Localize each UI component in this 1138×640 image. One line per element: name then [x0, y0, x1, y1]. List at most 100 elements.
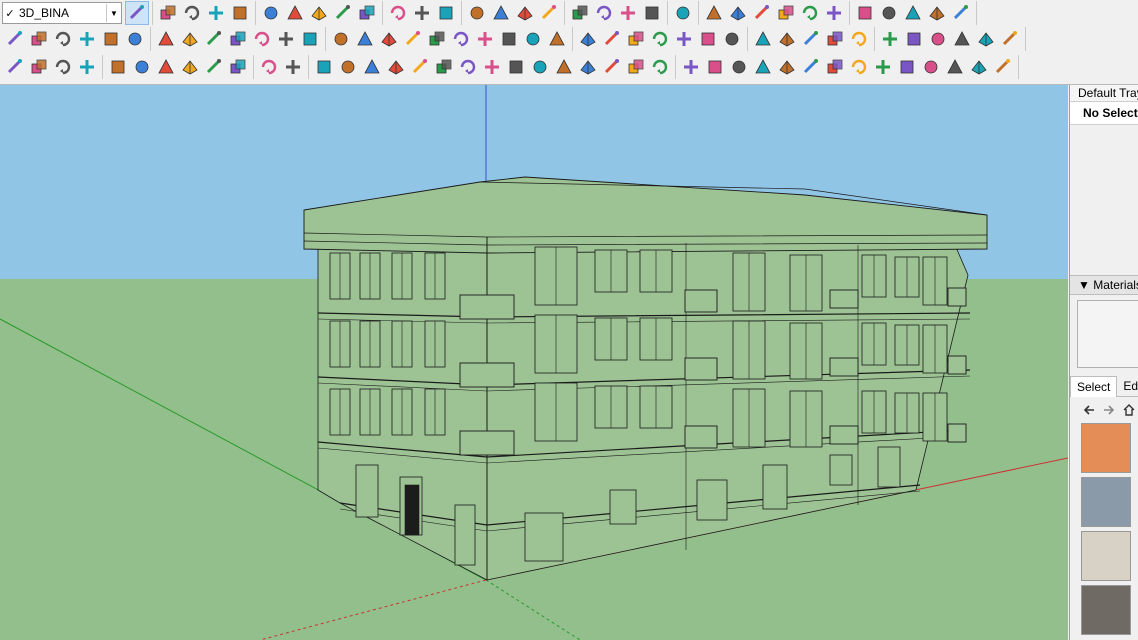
zoom-extents-icon[interactable] [538, 2, 560, 24]
views-iso-icon[interactable] [703, 2, 725, 24]
cone-icon[interactable] [426, 28, 448, 50]
stair-icon[interactable] [800, 56, 822, 78]
ground-floor-opening[interactable] [524, 512, 564, 562]
shape-icon[interactable] [752, 56, 774, 78]
window-icon[interactable] [920, 56, 942, 78]
style-textured-icon[interactable] [950, 2, 972, 24]
door-icon[interactable] [944, 56, 966, 78]
solid-union-icon[interactable] [625, 28, 647, 50]
bezier-icon[interactable] [299, 28, 321, 50]
bend-icon[interactable] [529, 56, 551, 78]
line-icon[interactable] [577, 56, 599, 78]
balcony-railing[interactable] [684, 357, 718, 381]
ground-floor-opening[interactable] [877, 446, 901, 488]
sandbox-from-scratch-icon[interactable] [28, 28, 50, 50]
curve-icon[interactable] [457, 56, 479, 78]
sandbox-from-contours-icon[interactable] [4, 28, 26, 50]
profile-builder-icon[interactable] [4, 56, 26, 78]
skatter-icon[interactable] [155, 56, 177, 78]
collapse-arrow-icon[interactable]: ▼ [1078, 278, 1090, 292]
grid-dots-icon[interactable] [752, 28, 774, 50]
cloud-upload-icon[interactable] [203, 56, 225, 78]
material-swatch-wood-floor[interactable] [1081, 423, 1131, 473]
chain-icon[interactable] [251, 28, 273, 50]
style-hidden-line-icon[interactable] [902, 2, 924, 24]
tab-select[interactable]: Select [1070, 376, 1118, 397]
views-front-icon[interactable] [751, 2, 773, 24]
fredo-chamfer-icon[interactable] [361, 56, 383, 78]
sandbox-stamp-icon[interactable] [76, 28, 98, 50]
balcony-railing[interactable] [947, 355, 967, 375]
paint-bucket-icon[interactable] [435, 2, 457, 24]
loop-icon[interactable] [409, 56, 431, 78]
intersect-icon[interactable] [378, 28, 400, 50]
balcony-railing[interactable] [459, 430, 515, 456]
hand-icon[interactable] [728, 56, 750, 78]
pencil-line-icon[interactable] [181, 2, 203, 24]
circle-icon[interactable] [179, 28, 201, 50]
camera-icon[interactable] [52, 56, 74, 78]
arc-tool-icon[interactable] [450, 28, 472, 50]
ring-icon[interactable] [433, 56, 455, 78]
fillet-icon[interactable] [553, 56, 575, 78]
text-label-icon[interactable] [411, 2, 433, 24]
mail-icon[interactable] [258, 56, 280, 78]
model-viewport[interactable] [0, 85, 1068, 640]
solid-split-icon[interactable] [697, 28, 719, 50]
scale-icon[interactable] [356, 2, 378, 24]
scale-shape-icon[interactable] [481, 56, 503, 78]
orbit-icon[interactable] [466, 2, 488, 24]
balcony-railing[interactable] [947, 287, 967, 307]
solid-subtract-icon[interactable] [649, 28, 671, 50]
eraser-icon[interactable] [157, 2, 179, 24]
push-pull-icon[interactable] [260, 2, 282, 24]
cut-icon[interactable] [848, 28, 870, 50]
ground-floor-opening[interactable] [454, 504, 476, 566]
views-left-icon[interactable] [823, 2, 845, 24]
layer-dropdown[interactable]: ✓ 3D_BINA ▼ [2, 2, 122, 24]
axis-cross-icon[interactable] [354, 28, 376, 50]
move-icon[interactable] [308, 2, 330, 24]
offset-icon[interactable] [625, 56, 647, 78]
balcony-railing[interactable] [829, 357, 859, 377]
outliner-icon[interactable] [951, 28, 973, 50]
facade-icon[interactable] [776, 56, 798, 78]
scenes-panel-icon[interactable] [999, 28, 1021, 50]
lasso-icon[interactable] [879, 28, 901, 50]
grid-yellow-icon[interactable] [776, 28, 798, 50]
grid-square-icon[interactable] [824, 28, 846, 50]
transfer-icon[interactable] [76, 56, 98, 78]
book-icon[interactable] [227, 28, 249, 50]
style-shaded-icon[interactable] [926, 2, 948, 24]
back-arrow-icon[interactable] [1082, 403, 1096, 417]
tab-edit[interactable]: Edit [1117, 376, 1138, 396]
material-swatch-stone-block[interactable] [1081, 531, 1131, 581]
forward-arrow-icon[interactable] [1102, 403, 1116, 417]
info-icon[interactable] [282, 56, 304, 78]
arrow-flow-icon[interactable] [872, 56, 894, 78]
material-swatch-stone-granite[interactable] [1081, 477, 1131, 527]
settings-icon[interactable] [227, 56, 249, 78]
undo-arc-icon[interactable] [546, 28, 568, 50]
split-edge-icon[interactable] [385, 56, 407, 78]
ground-floor-opening[interactable] [696, 479, 728, 521]
paste-icon[interactable] [601, 28, 623, 50]
material-swatch-wood-planks[interactable] [1081, 585, 1131, 635]
curve-arrow-icon[interactable] [601, 56, 623, 78]
balcony-railing[interactable] [459, 294, 515, 320]
select-tool-icon[interactable] [125, 1, 149, 25]
ground-floor-opening[interactable] [355, 464, 379, 518]
select-group-icon[interactable] [903, 28, 925, 50]
sandbox-add-detail-icon[interactable] [124, 28, 146, 50]
balcony-railing[interactable] [684, 425, 718, 449]
style-wireframe-icon[interactable] [878, 2, 900, 24]
ground-floor-opening[interactable] [609, 489, 637, 525]
balcony-railing[interactable] [829, 289, 859, 309]
sandbox-drape-icon[interactable] [100, 28, 122, 50]
add-location-icon[interactable] [107, 56, 129, 78]
freehand-icon[interactable] [205, 2, 227, 24]
roof-icon[interactable] [896, 56, 918, 78]
sandbox-smoove-icon[interactable] [52, 28, 74, 50]
joint-push-pull-icon[interactable] [330, 28, 352, 50]
views-right-icon[interactable] [775, 2, 797, 24]
